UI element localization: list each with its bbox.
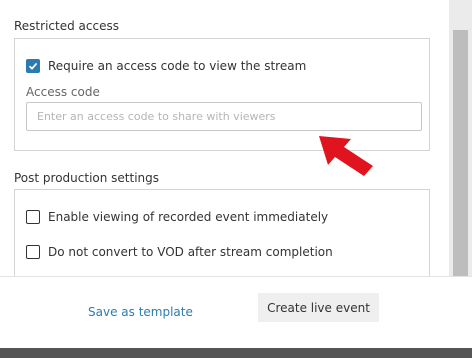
scrollbar[interactable] [449,0,472,276]
access-code-input[interactable] [26,102,422,131]
post-production-title: Post production settings [14,171,160,185]
recorded-viewing-checkbox[interactable] [26,210,40,224]
footer: Save as template Create live event [0,276,472,348]
scrollbar-thumb[interactable] [453,30,468,276]
require-code-row[interactable]: Require an access code to view the strea… [26,59,306,73]
require-code-label: Require an access code to view the strea… [48,59,307,73]
require-code-checkbox[interactable] [26,59,40,73]
no-vod-checkbox[interactable] [26,245,40,259]
access-code-label: Access code [26,85,100,99]
settings-panel: Restricted access Require an access code… [0,0,449,276]
checkmark-icon [28,62,38,70]
save-as-template-button[interactable]: Save as template [80,297,201,327]
recorded-viewing-label: Enable viewing of recorded event immedia… [48,210,329,224]
no-vod-row[interactable]: Do not convert to VOD after stream compl… [26,245,333,259]
create-live-event-button[interactable]: Create live event [258,293,379,322]
recorded-viewing-row[interactable]: Enable viewing of recorded event immedia… [26,210,328,224]
window-bottom-edge [0,348,472,358]
restricted-access-title: Restricted access [14,19,119,33]
post-production-box: Enable viewing of recorded event immedia… [14,189,430,276]
red-arrow-icon [319,136,373,176]
no-vod-label: Do not convert to VOD after stream compl… [48,245,333,259]
